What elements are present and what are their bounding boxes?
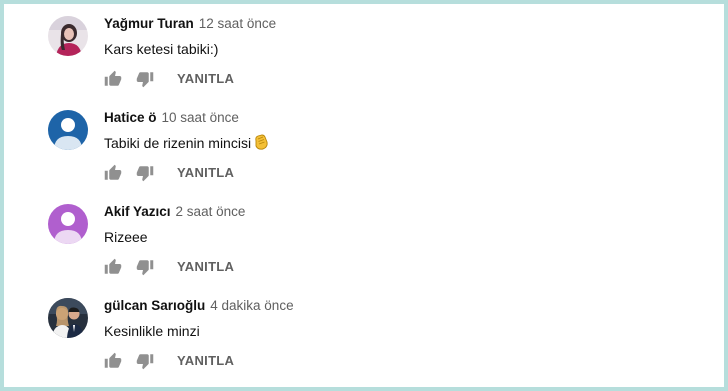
avatar[interactable] bbox=[48, 204, 88, 244]
avatar[interactable] bbox=[48, 298, 88, 338]
comment-header: Yağmur Turan 12 saat önce bbox=[104, 15, 276, 33]
thumb-down-icon[interactable] bbox=[136, 258, 154, 276]
comment-time[interactable]: 10 saat önce bbox=[162, 110, 239, 125]
author-name[interactable]: Akif Yazıcı bbox=[104, 204, 171, 219]
comment-time[interactable]: 4 dakika önce bbox=[210, 298, 293, 313]
comment-item: Yağmur Turan 12 saat önce Kars ketesi tab… bbox=[4, 4, 724, 98]
comment-time[interactable]: 12 saat önce bbox=[199, 16, 276, 31]
thumb-down-icon[interactable] bbox=[136, 164, 154, 182]
comment-text: Kesinlikle minzi bbox=[104, 323, 200, 339]
comments-section: Yağmur Turan 12 saat önce Kars ketesi tab… bbox=[4, 4, 724, 387]
clapping-hands-icon bbox=[252, 133, 270, 156]
comment-text: Kars ketesi tabiki:) bbox=[104, 41, 219, 57]
reply-button[interactable]: YANITLA bbox=[177, 259, 234, 274]
author-name[interactable]: gülcan Sarıoğlu bbox=[104, 298, 205, 313]
comment-text: Rizeee bbox=[104, 229, 148, 245]
comment-header: Hatice ö 10 saat önce bbox=[104, 109, 239, 127]
comment-time[interactable]: 2 saat önce bbox=[176, 204, 246, 219]
comment-header: gülcan Sarıoğlu 4 dakika önce bbox=[104, 297, 294, 315]
author-name[interactable]: Yağmur Turan bbox=[104, 16, 194, 31]
thumb-down-icon[interactable] bbox=[136, 70, 154, 88]
thumb-up-icon[interactable] bbox=[104, 352, 122, 370]
avatar[interactable] bbox=[48, 110, 88, 150]
comment-item: Hatice ö 10 saat önce Tabiki de rizenin m… bbox=[4, 98, 724, 192]
thumb-up-icon[interactable] bbox=[104, 70, 122, 88]
avatar[interactable] bbox=[48, 16, 88, 56]
reply-button[interactable]: YANITLA bbox=[177, 165, 234, 180]
thumb-up-icon[interactable] bbox=[104, 258, 122, 276]
comment-header: Akif Yazıcı 2 saat önce bbox=[104, 203, 245, 221]
author-name[interactable]: Hatice ö bbox=[104, 110, 157, 125]
reply-button[interactable]: YANITLA bbox=[177, 71, 234, 86]
comment-text-content: Tabiki de rizenin mincisi bbox=[104, 135, 252, 151]
thumb-down-icon[interactable] bbox=[136, 352, 154, 370]
reply-button[interactable]: YANITLA bbox=[177, 353, 234, 368]
comment-item: Akif Yazıcı 2 saat önce Rizeee YANITLA bbox=[4, 192, 724, 286]
comment-text: Tabiki de rizenin mincisi bbox=[104, 133, 270, 156]
comment-item: gülcan Sarıoğlu 4 dakika önce Kesinlikle … bbox=[4, 286, 724, 380]
thumb-up-icon[interactable] bbox=[104, 164, 122, 182]
